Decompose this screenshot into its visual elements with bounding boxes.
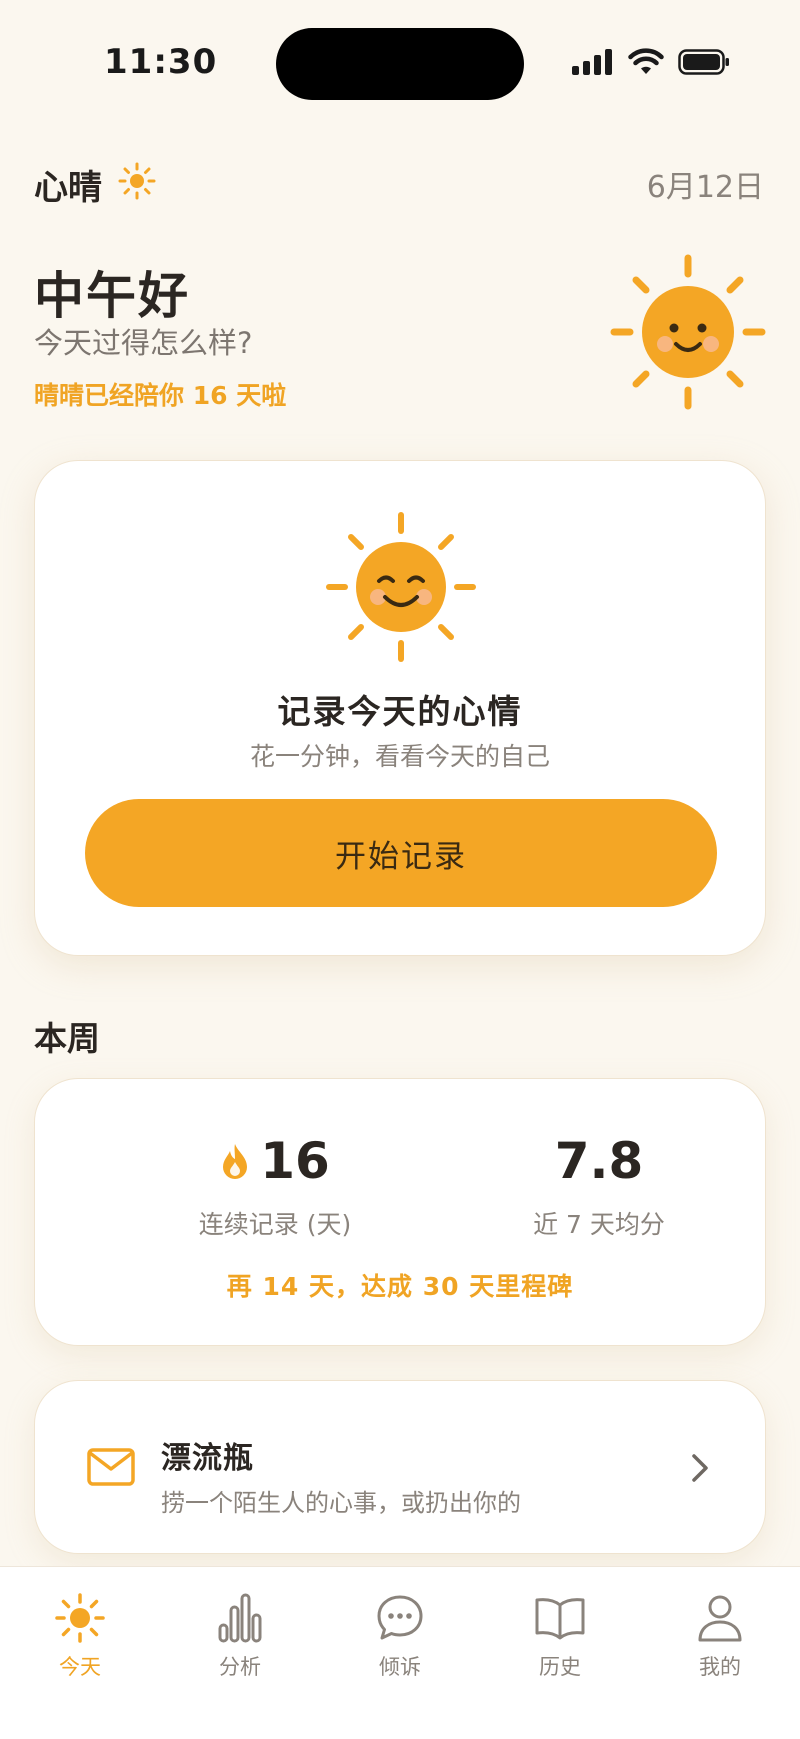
bar-chart-icon — [218, 1593, 262, 1643]
chevron-right-icon — [692, 1454, 708, 1482]
smiling-sun-mascot-icon — [610, 254, 766, 410]
average-score-label: 近 7 天均分 — [533, 1210, 665, 1239]
sun-icon — [118, 162, 156, 200]
tab-today[interactable]: 今天 — [20, 1591, 140, 1691]
tab-label: 历史 — [539, 1655, 581, 1679]
companion-days-text: 晴晴已经陪你 16 天啦 — [34, 381, 287, 410]
app-title: 心晴 — [34, 168, 102, 208]
drift-bottle-subtitle: 捞一个陌生人的心事，或扔出你的 — [161, 1489, 521, 1517]
tab-history[interactable]: 历史 — [500, 1591, 620, 1691]
open-book-icon — [535, 1598, 585, 1640]
tab-analysis[interactable]: 分析 — [180, 1591, 300, 1691]
status-time: 11:30 — [104, 42, 218, 82]
wifi-icon — [628, 48, 664, 74]
streak-stat: 16 连续记录 (天) — [125, 1131, 425, 1241]
tab-bar: 今天 分析 倾诉 历史 我的 — [0, 1566, 800, 1739]
record-card-title: 记录今天的心情 — [277, 692, 523, 731]
status-icons — [572, 48, 730, 76]
tab-talk[interactable]: 倾诉 — [340, 1591, 460, 1691]
greeting-title: 中午好 — [34, 267, 190, 325]
average-score-stat: 7.8 近 7 天均分 — [449, 1131, 749, 1241]
week-stats-card: 16 连续记录 (天) 7.8 近 7 天均分 再 14 天，达成 30 天里程… — [34, 1078, 766, 1346]
tab-label: 倾诉 — [379, 1655, 421, 1679]
greeting-subtitle: 今天过得怎么样? — [34, 326, 253, 360]
tab-label: 今天 — [59, 1655, 101, 1679]
tab-profile[interactable]: 我的 — [660, 1591, 780, 1691]
sun-icon — [55, 1593, 105, 1643]
average-score-value: 7.8 — [554, 1132, 644, 1190]
start-record-button[interactable]: 开始记录 — [85, 799, 717, 907]
header-date: 6月12日 — [646, 170, 764, 205]
battery-icon — [678, 49, 729, 75]
chat-bubble-icon — [377, 1595, 423, 1640]
home-screen: 11:30 心晴 6月12日 中午好 今天过得怎么样? 晴晴已经陪你 16 天啦… — [0, 0, 800, 1739]
milestone-text: 再 14 天，达成 30 天里程碑 — [226, 1272, 574, 1301]
dynamic-island — [276, 28, 524, 100]
streak-label: 连续记录 (天) — [198, 1210, 352, 1239]
drift-bottle-card[interactable]: 漂流瓶 捞一个陌生人的心事，或扔出你的 — [34, 1380, 766, 1554]
tab-label: 我的 — [699, 1655, 741, 1679]
record-card-subtitle: 花一分钟，看看今天的自己 — [249, 742, 550, 771]
streak-value: 16 — [260, 1132, 330, 1190]
tab-label: 分析 — [219, 1655, 261, 1679]
envelope-icon — [87, 1448, 135, 1486]
week-section-title: 本周 — [34, 1019, 100, 1058]
drift-bottle-title: 漂流瓶 — [161, 1441, 254, 1476]
person-icon — [698, 1595, 742, 1642]
record-mood-card: 记录今天的心情 花一分钟，看看今天的自己 开始记录 — [34, 460, 766, 956]
cellular-signal-icon — [572, 49, 612, 75]
flame-icon — [223, 1144, 248, 1179]
happy-sun-icon — [326, 512, 476, 662]
